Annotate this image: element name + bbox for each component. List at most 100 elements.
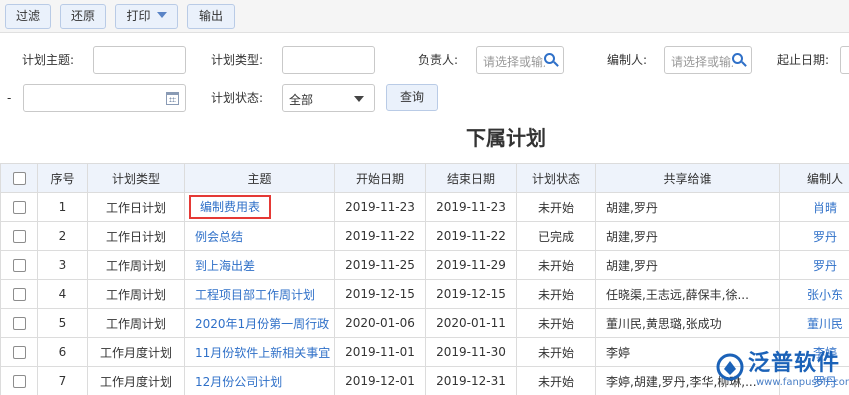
row-checkbox[interactable] xyxy=(12,346,26,359)
row-checkbox[interactable] xyxy=(12,288,26,301)
shared-with-cell: 任晓渠,王志远,薛保丰,徐... xyxy=(595,279,780,309)
table-row[interactable]: 3 工作周计划 到上海出差 2019-11-25 2019-11-29 未开始 … xyxy=(0,250,849,280)
select-all-checkbox[interactable] xyxy=(12,172,26,185)
row-number: 6 xyxy=(37,337,88,367)
subject-link[interactable]: 2020年1月份第一周行政 xyxy=(195,317,329,331)
row-checkbox-cell[interactable] xyxy=(0,337,38,367)
row-checkbox[interactable] xyxy=(12,201,26,214)
table-row[interactable]: 2 工作日计划 例会总结 2019-11-22 2019-11-22 已完成 胡… xyxy=(0,221,849,251)
shared-with-cell: 胡建,罗丹 xyxy=(595,192,780,222)
row-checkbox-cell[interactable] xyxy=(0,279,38,309)
owner-input[interactable]: 请选择或输入 xyxy=(476,46,564,74)
editor-cell: 罗丹 xyxy=(779,221,849,251)
end-date-cell: 2020-01-11 xyxy=(425,308,517,338)
row-checkbox-cell[interactable] xyxy=(0,366,38,395)
start-date-cell: 2019-11-01 xyxy=(334,337,426,367)
editor-link[interactable]: 肖晴 xyxy=(813,201,837,215)
print-button[interactable]: 打印 xyxy=(115,4,178,29)
calendar-icon[interactable] xyxy=(166,92,179,105)
page-title: 下属计划 xyxy=(466,126,546,150)
row-checkbox[interactable] xyxy=(12,230,26,243)
fanpu-logo-icon xyxy=(716,353,744,381)
watermark: 泛普软件 www.fanpusoft.com xyxy=(716,349,849,395)
subject-cell: 工程项目部工作周计划 xyxy=(184,279,335,309)
column-header[interactable]: 共享给谁 xyxy=(595,163,780,193)
start-date-input[interactable] xyxy=(840,46,849,74)
subject-link[interactable]: 编制费用表 xyxy=(189,195,272,219)
search-icon[interactable] xyxy=(732,53,747,67)
export-button[interactable]: 输出 xyxy=(187,4,235,29)
row-checkbox-cell[interactable] xyxy=(0,250,38,280)
table-row[interactable]: 1 工作日计划 编制费用表 2019-11-23 2019-11-23 未开始 … xyxy=(0,192,849,222)
row-checkbox[interactable] xyxy=(12,317,26,330)
plan-type-label: 计划类型: xyxy=(211,53,264,67)
column-header[interactable]: 开始日期 xyxy=(334,163,426,193)
end-date-cell: 2019-11-23 xyxy=(425,192,517,222)
plan-type-input[interactable] xyxy=(282,46,375,74)
row-checkbox[interactable] xyxy=(12,375,26,388)
subject-cell: 例会总结 xyxy=(184,221,335,251)
column-header[interactable]: 计划状态 xyxy=(516,163,596,193)
search-icon[interactable] xyxy=(544,53,559,67)
column-header[interactable]: 编制人 xyxy=(779,163,849,193)
column-header[interactable]: 计划类型 xyxy=(87,163,185,193)
row-checkbox[interactable] xyxy=(12,259,26,272)
subject-link[interactable]: 工程项目部工作周计划 xyxy=(195,288,315,302)
subject-input[interactable] xyxy=(93,46,186,74)
subject-link[interactable]: 12月份公司计划 xyxy=(195,375,282,389)
end-date-cell: 2019-11-22 xyxy=(425,221,517,251)
subject-cell: 2020年1月份第一周行政 xyxy=(184,308,335,338)
plan-type-cell: 工作月度计划 xyxy=(87,366,185,395)
subject-cell: 12月份公司计划 xyxy=(184,366,335,395)
subject-link[interactable]: 例会总结 xyxy=(195,230,243,244)
restore-button[interactable]: 还原 xyxy=(60,4,106,29)
status-cell: 未开始 xyxy=(516,250,596,280)
row-number: 1 xyxy=(37,192,88,222)
subject-label: 计划主题: xyxy=(22,53,75,67)
row-checkbox-cell[interactable] xyxy=(0,308,38,338)
select-all-cell[interactable] xyxy=(0,163,38,193)
plan-type-cell: 工作日计划 xyxy=(87,221,185,251)
shared-with-cell: 胡建,罗丹 xyxy=(595,221,780,251)
column-header[interactable]: 结束日期 xyxy=(425,163,517,193)
plan-status-value: 全部 xyxy=(289,93,314,107)
plan-type-cell: 工作周计划 xyxy=(87,250,185,280)
editor-link[interactable]: 董川民 xyxy=(807,317,843,331)
subject-cell: 11月份软件上新相关事宜 xyxy=(184,337,335,367)
table-row[interactable]: 4 工作周计划 工程项目部工作周计划 2019-12-15 2019-12-15… xyxy=(0,279,849,309)
row-number: 5 xyxy=(37,308,88,338)
subject-link[interactable]: 到上海出差 xyxy=(195,259,255,273)
subject-link[interactable]: 11月份软件上新相关事宜 xyxy=(195,346,330,360)
editor-link[interactable]: 张小东 xyxy=(807,288,843,302)
chevron-down-icon xyxy=(354,96,364,102)
row-number: 3 xyxy=(37,250,88,280)
print-button-label: 打印 xyxy=(126,9,151,23)
shared-with-cell: 董川民,黄思璐,张成功 xyxy=(595,308,780,338)
export-button-label: 输出 xyxy=(198,9,223,23)
editor-placeholder: 请选择或输入 xyxy=(671,55,733,69)
end-date-cell: 2019-12-15 xyxy=(425,279,517,309)
query-button[interactable]: 查询 xyxy=(386,84,438,111)
plan-status-select[interactable]: 全部 xyxy=(282,84,375,112)
editor-link[interactable]: 罗丹 xyxy=(813,259,837,273)
column-header[interactable]: 序号 xyxy=(37,163,88,193)
plan-type-cell: 工作周计划 xyxy=(87,279,185,309)
editor-input[interactable]: 请选择或输入 xyxy=(664,46,752,74)
status-cell: 未开始 xyxy=(516,366,596,395)
row-number: 7 xyxy=(37,366,88,395)
table-row[interactable]: 5 工作周计划 2020年1月份第一周行政 2020-01-06 2020-01… xyxy=(0,308,849,338)
watermark-url: www.fanpusoft.com xyxy=(756,377,849,388)
editor-cell: 董川民 xyxy=(779,308,849,338)
filter-button[interactable]: 过滤 xyxy=(5,4,51,29)
date-range-label: 起止日期: xyxy=(777,53,830,67)
status-cell: 未开始 xyxy=(516,279,596,309)
editor-label: 编制人: xyxy=(607,53,648,67)
end-date-input[interactable] xyxy=(23,84,186,112)
row-checkbox-cell[interactable] xyxy=(0,192,38,222)
column-header[interactable]: 主题 xyxy=(184,163,335,193)
editor-link[interactable]: 罗丹 xyxy=(813,230,837,244)
table-header-row: 序号 计划类型 主题 开始日期 结束日期 计划状态 共享给谁 编制人 xyxy=(0,163,849,193)
row-checkbox-cell[interactable] xyxy=(0,221,38,251)
shared-with-cell: 胡建,罗丹 xyxy=(595,250,780,280)
start-date-cell: 2019-11-25 xyxy=(334,250,426,280)
